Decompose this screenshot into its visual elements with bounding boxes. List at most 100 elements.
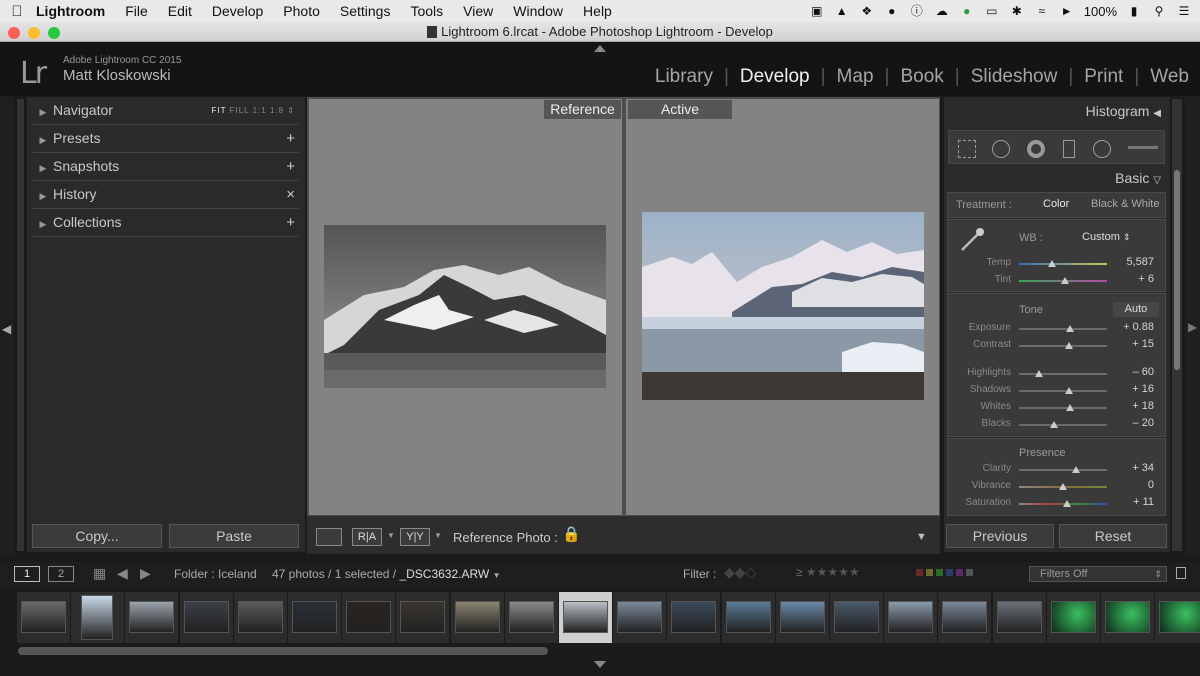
add-collection-icon[interactable]: + <box>286 209 295 236</box>
lock-icon[interactable]: 🔒 <box>562 525 581 543</box>
add-preset-icon[interactable]: + <box>286 125 295 152</box>
slider-track-temp[interactable] <box>1019 263 1107 265</box>
slider-knob-blacks[interactable] <box>1050 421 1059 428</box>
filmstrip-thumb[interactable] <box>559 592 612 643</box>
zoom-window-button[interactable] <box>48 27 60 39</box>
slider-value-clarity[interactable]: + 34 <box>1104 462 1154 474</box>
filename-dropdown-icon[interactable]: ▼ <box>493 571 501 580</box>
filter-lock-icon[interactable] <box>1176 567 1186 579</box>
selected-filename[interactable]: _DSC3632.ARW <box>399 567 489 581</box>
filmstrip-thumb[interactable] <box>721 592 775 643</box>
navigator-expand-icon[interactable]: ▶ <box>33 99 53 126</box>
info-icon[interactable]: ⓘ <box>909 4 925 18</box>
histogram-header[interactable]: Histogram ◀ <box>1086 103 1161 119</box>
slider-track-blacks[interactable] <box>1019 424 1107 426</box>
app-green-icon[interactable]: ● <box>959 4 975 18</box>
main-window-button[interactable]: 1 <box>14 566 40 582</box>
slider-knob-contrast[interactable] <box>1065 342 1074 349</box>
minimize-window-button[interactable] <box>28 27 40 39</box>
ref-active-view-button[interactable]: R|A <box>352 528 382 546</box>
wb-select[interactable]: Custom ⇕ <box>1082 231 1131 243</box>
apple-icon[interactable]:  <box>0 3 34 20</box>
module-print[interactable]: Print <box>1073 66 1134 88</box>
spot-removal-tool-icon[interactable] <box>992 140 1010 158</box>
clear-history-icon[interactable]: × <box>286 181 295 208</box>
basic-header[interactable]: Basic ▽ <box>1115 170 1161 186</box>
slider-knob-highlights[interactable] <box>1035 370 1044 377</box>
active-pane[interactable] <box>626 99 939 515</box>
slider-value-blacks[interactable]: – 20 <box>1104 417 1154 429</box>
slider-value-vibrance[interactable]: 0 <box>1104 479 1154 491</box>
module-develop[interactable]: Develop <box>729 66 821 88</box>
filmstrip-thumb[interactable] <box>288 592 341 643</box>
filmstrip-thumb[interactable] <box>613 592 667 643</box>
filmstrip-thumb[interactable] <box>667 592 721 643</box>
filmstrip-thumb[interactable] <box>125 592 179 643</box>
notification-center-icon[interactable]: ☰ <box>1176 4 1192 18</box>
filmstrip-thumb[interactable] <box>179 592 233 643</box>
left-scrollbar[interactable] <box>17 99 24 551</box>
history-header[interactable]: ▶ History × <box>33 181 299 209</box>
filmstrip-thumb[interactable] <box>17 592 70 643</box>
filmstrip-thumb[interactable] <box>992 592 1046 643</box>
collections-header[interactable]: ▶ Collections + <box>33 209 299 237</box>
slider-knob-exposure[interactable] <box>1066 325 1075 332</box>
airplay-icon[interactable]: ▭ <box>984 4 1000 18</box>
forward-arrow-icon[interactable]: ▶ <box>140 565 151 582</box>
menu-help[interactable]: Help <box>573 3 622 19</box>
slider-value-shadows[interactable]: + 16 <box>1104 383 1154 395</box>
treatment-color-option[interactable]: Color <box>1043 198 1069 210</box>
slider-value-tint[interactable]: + 6 <box>1104 273 1154 285</box>
snapshots-header[interactable]: ▶ Snapshots + <box>33 153 299 181</box>
zoom-fill[interactable]: FILL <box>230 106 250 115</box>
copy-button[interactable]: Copy... <box>32 524 162 548</box>
zoom-stepper-icon[interactable]: ⇕ <box>287 106 295 115</box>
filter-preset-select[interactable]: Filters Off ⇕ <box>1029 566 1167 582</box>
menu-edit[interactable]: Edit <box>158 3 202 19</box>
adjustment-brush-icon[interactable] <box>1128 146 1158 149</box>
slider-knob-whites[interactable] <box>1066 404 1075 411</box>
presets-header[interactable]: ▶ Presets + <box>33 125 299 153</box>
navigator-header[interactable]: ▶ Navigator FIT FILL 1:1 1:8 ⇕ <box>33 97 299 125</box>
flag-filter-icon[interactable]: ◆◆◇ <box>724 564 756 581</box>
filmstrip-thumb[interactable] <box>884 592 938 643</box>
previous-button[interactable]: Previous <box>946 524 1054 548</box>
cloud-icon[interactable]: ☁ <box>934 4 950 18</box>
radial-filter-icon[interactable] <box>1093 140 1111 158</box>
histogram-collapse-icon[interactable]: ◀ <box>1153 108 1161 119</box>
snapshots-expand-icon[interactable]: ▶ <box>33 155 53 182</box>
back-arrow-icon[interactable]: ◀ <box>117 565 128 582</box>
slider-knob-shadows[interactable] <box>1065 387 1074 394</box>
module-library[interactable]: Library <box>644 66 724 88</box>
slider-value-whites[interactable]: + 18 <box>1104 400 1154 412</box>
menu-file[interactable]: File <box>115 3 158 19</box>
paste-button[interactable]: Paste <box>169 524 299 548</box>
camera-icon[interactable]: ▣ <box>809 4 825 18</box>
top-panel-toggle-icon[interactable] <box>594 45 606 52</box>
right-scrollbar-thumb[interactable] <box>1174 170 1180 370</box>
spotlight-search-icon[interactable]: ⚲ <box>1151 4 1167 18</box>
ra-dropdown-icon[interactable]: ▼ <box>387 531 395 540</box>
dropbox-icon[interactable]: ❖ <box>859 4 875 18</box>
slider-value-exposure[interactable]: + 0.88 <box>1104 321 1154 333</box>
menu-app[interactable]: Lightroom <box>34 3 115 19</box>
slider-value-highlights[interactable]: – 60 <box>1104 366 1154 378</box>
left-panel-toggle-icon[interactable]: ◀ <box>2 322 11 336</box>
menu-photo[interactable]: Photo <box>273 3 330 19</box>
filmstrip-thumb[interactable] <box>342 592 396 643</box>
grid-view-icon[interactable]: ▦ <box>93 565 106 582</box>
slider-track-shadows[interactable] <box>1019 390 1107 392</box>
module-web[interactable]: Web <box>1139 66 1200 88</box>
second-window-button[interactable]: 2 <box>48 566 74 582</box>
filmstrip-thumb[interactable] <box>233 592 287 643</box>
slider-knob-vibrance[interactable] <box>1059 483 1067 490</box>
slider-value-contrast[interactable]: + 15 <box>1104 338 1154 350</box>
slider-knob-saturation[interactable] <box>1063 500 1072 507</box>
treatment-bw-option[interactable]: Black & White <box>1091 198 1159 210</box>
menu-window[interactable]: Window <box>503 3 573 19</box>
slider-track-whites[interactable] <box>1019 407 1107 409</box>
filmstrip-thumb[interactable] <box>938 592 992 643</box>
red-eye-tool-icon[interactable] <box>1027 140 1045 158</box>
menu-tools[interactable]: Tools <box>400 3 453 19</box>
filmstrip-thumb[interactable] <box>1101 592 1154 643</box>
